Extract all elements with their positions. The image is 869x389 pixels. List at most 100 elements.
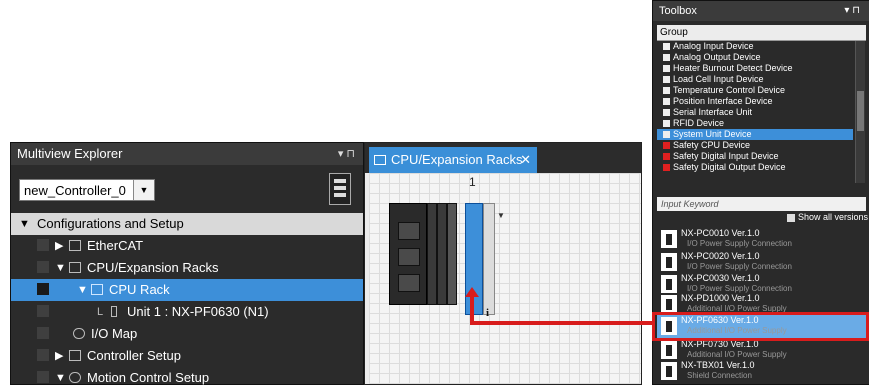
group-item[interactable]: Analog Output Device — [657, 52, 853, 63]
group-item[interactable]: Safety CPU Device — [657, 140, 853, 151]
tab-label: CPU/Expansion Racks — [391, 152, 523, 167]
group-item[interactable]: Position Interface Device — [657, 96, 853, 107]
device-icon — [663, 87, 670, 94]
device-icon — [663, 98, 670, 105]
checkbox[interactable] — [37, 239, 49, 251]
checkbox[interactable] — [37, 261, 49, 273]
tree-item-motion-control-setup[interactable]: ▼ Motion Control Setup — [11, 367, 363, 389]
group-header: Group — [657, 25, 866, 41]
controller-icon — [329, 173, 351, 205]
group-item-label: Position Interface Device — [673, 96, 773, 106]
ethernet-port — [398, 274, 420, 292]
safety-device-icon — [663, 142, 670, 149]
unit-description: I/O Power Supply Connection — [687, 239, 792, 248]
cpu-rack-icon — [91, 284, 103, 295]
tree-item-io-map[interactable]: I/O Map — [11, 323, 363, 345]
slot-number: 1 — [469, 175, 476, 189]
unit-icon — [661, 275, 677, 293]
checkbox[interactable] — [37, 305, 49, 317]
controller-select-value: new_Controller_0 — [24, 183, 126, 198]
close-icon[interactable]: ✕ — [520, 147, 531, 173]
end-cover — [483, 203, 495, 315]
unit-list-item[interactable]: NX-PC0010 Ver.1.0 I/O Power Supply Conne… — [657, 227, 866, 251]
tree-item-label: CPU Rack — [109, 282, 170, 297]
group-item[interactable]: Temperature Control Device — [657, 85, 853, 96]
checkbox[interactable] — [37, 349, 49, 361]
tree-item-label: Motion Control Setup — [87, 370, 210, 385]
tree-item-configurations-and-setup[interactable]: ▼ Configurations and Setup — [11, 213, 363, 235]
cpu-unit-section — [437, 203, 447, 305]
cpu-unit[interactable] — [389, 203, 427, 305]
group-list[interactable]: Analog Input Device Analog Output Device… — [657, 41, 853, 183]
group-item[interactable]: RFID Device — [657, 118, 853, 129]
ethercat-icon — [69, 240, 81, 251]
scrollbar-thumb[interactable] — [857, 91, 864, 131]
cpu-unit-section — [447, 203, 457, 305]
nx-pf0630-unit[interactable] — [465, 203, 483, 315]
pin-icon[interactable]: ▾ ⊓ — [338, 143, 355, 165]
tab-cpu-expansion-racks[interactable]: CPU/Expansion Racks ✕ — [369, 147, 537, 173]
tree-item-label: I/O Map — [91, 326, 138, 341]
unit-icon — [661, 253, 677, 271]
checkbox[interactable] — [37, 371, 49, 383]
unit-icon — [111, 306, 117, 317]
expand-arrow-icon[interactable]: ▼ — [55, 367, 66, 389]
group-scrollbar[interactable] — [855, 41, 865, 183]
tree-item-label: EtherCAT — [87, 238, 144, 253]
cpu-unit-section — [427, 203, 437, 305]
group-item-label: Analog Input Device — [673, 41, 754, 51]
expand-arrow-icon[interactable]: ▶ — [55, 345, 63, 367]
group-item[interactable]: Safety Digital Input Device — [657, 151, 853, 162]
tree-item-cpu-rack[interactable]: ▼ CPU Rack — [11, 279, 363, 301]
multiview-explorer-panel: Multiview Explorer ▾ ⊓ new_Controller_0 … — [10, 142, 364, 385]
info-icon[interactable]: i — [486, 307, 489, 319]
group-item-label: Load Cell Input Device — [673, 74, 764, 84]
chevron-down-icon[interactable]: ▼ — [497, 211, 505, 220]
unit-list-item[interactable]: NX-TBX01 Ver.1.0 Shield Connection — [657, 359, 866, 383]
group-item[interactable]: Serial Interface Unit — [657, 107, 853, 118]
device-icon — [663, 76, 670, 83]
device-icon — [663, 109, 670, 116]
checkbox[interactable] — [37, 327, 49, 339]
device-icon — [663, 43, 670, 50]
device-icon — [663, 120, 670, 127]
unit-description: I/O Power Supply Connection — [687, 262, 792, 271]
toolbox-title-label: Toolbox — [659, 5, 697, 17]
expand-arrow-icon[interactable]: ▼ — [19, 213, 30, 235]
tree-item-ethercat[interactable]: ▶ EtherCAT — [11, 235, 363, 257]
cpu-expansion-racks-editor: CPU/Expansion Racks ✕ 1 ▼ i — [364, 142, 642, 385]
tree-item-cpu-expansion-racks[interactable]: ▼ CPU/Expansion Racks — [11, 257, 363, 279]
keyword-input[interactable]: Input Keyword — [657, 197, 866, 211]
expand-arrow-icon[interactable]: ▶ — [55, 235, 63, 257]
group-item[interactable]: Heater Burnout Detect Device — [657, 63, 853, 74]
checkbox[interactable] — [787, 213, 795, 222]
group-item-label: Safety Digital Input Device — [673, 151, 779, 161]
group-item-label: Safety Digital Output Device — [673, 162, 786, 172]
ethernet-port — [398, 222, 420, 240]
tree-item-unit-1[interactable]: L Unit 1 : NX-PF0630 (N1) — [11, 301, 363, 323]
unit-icon — [661, 341, 677, 359]
checkbox[interactable] — [37, 283, 49, 295]
chevron-down-icon[interactable]: ▼ — [133, 180, 154, 200]
group-item-label: Safety CPU Device — [673, 140, 751, 150]
highlight-box — [652, 312, 869, 341]
controller-select[interactable]: new_Controller_0 ▼ — [19, 179, 155, 201]
group-item[interactable]: Analog Input Device — [657, 41, 853, 52]
expand-arrow-icon[interactable]: ▼ — [55, 257, 66, 279]
show-all-versions-checkbox[interactable]: Show all versions — [787, 212, 868, 222]
drag-arrow — [470, 296, 474, 325]
group-item-selected[interactable]: System Unit Device — [657, 129, 853, 140]
group-item-label: RFID Device — [673, 118, 725, 128]
arrow-head-icon — [465, 287, 479, 297]
pin-icon[interactable]: ▾ ⊓ — [844, 1, 860, 21]
group-item-label: Analog Output Device — [673, 52, 761, 62]
group-item[interactable]: Safety Digital Output Device — [657, 162, 853, 173]
tree-item-controller-setup[interactable]: ▶ Controller Setup — [11, 345, 363, 367]
tree-item-label: Configurations and Setup — [37, 216, 184, 231]
unit-list-item[interactable]: NX-PC0020 Ver.1.0 I/O Power Supply Conne… — [657, 250, 866, 274]
expand-arrow-icon[interactable]: ▼ — [77, 279, 88, 301]
unit-name: NX-TBX01 Ver.1.0 — [681, 360, 755, 370]
group-item[interactable]: Load Cell Input Device — [657, 74, 853, 85]
unit-name: NX-PC0030 Ver.1.0 — [681, 273, 760, 283]
device-icon — [663, 65, 670, 72]
